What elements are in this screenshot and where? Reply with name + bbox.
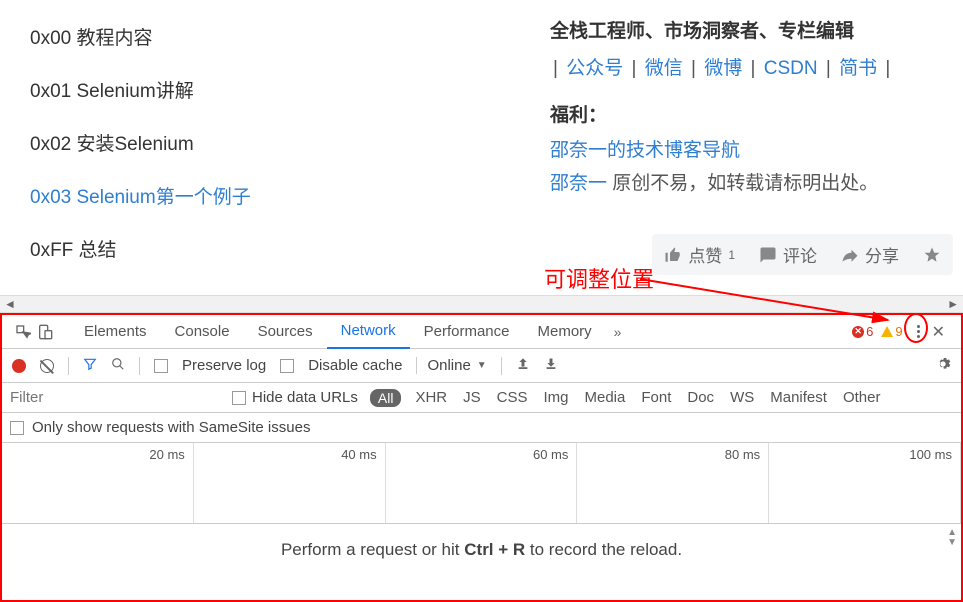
toc-item[interactable]: 0x01 Selenium讲解 (0, 63, 530, 116)
timeline-tick: 60 ms (386, 443, 578, 523)
kebab-menu-icon[interactable] (911, 325, 926, 338)
filter-type-all[interactable]: All (370, 389, 402, 407)
toc-panel: 0x00 教程内容 0x01 Selenium讲解 0x02 安装Seleniu… (0, 0, 530, 295)
toc-item[interactable]: 0x02 安装Selenium (0, 116, 530, 169)
tab-memory[interactable]: Memory (524, 315, 606, 349)
devtools-panel: Elements Console Sources Network Perform… (0, 313, 963, 602)
samesite-label: Only show requests with SameSite issues (32, 419, 310, 436)
bio-link[interactable]: 简书 (839, 58, 877, 79)
tab-network[interactable]: Network (327, 315, 410, 349)
warning-count[interactable]: 9 (881, 324, 902, 339)
scroll-right-icon[interactable]: ► (947, 297, 959, 311)
clear-button[interactable] (40, 359, 54, 373)
record-button[interactable] (12, 359, 26, 373)
timeline-tick: 40 ms (194, 443, 386, 523)
hide-data-urls-checkbox[interactable] (232, 391, 246, 405)
scroll-left-icon[interactable]: ◄ (4, 297, 16, 311)
filter-type[interactable]: Manifest (770, 389, 827, 406)
filter-type[interactable]: Doc (687, 389, 714, 406)
bio-link[interactable]: 微博 (704, 58, 742, 79)
thumbs-up-icon (664, 246, 682, 264)
horizontal-scrollbar[interactable]: ◄ ► (0, 295, 963, 313)
tab-elements[interactable]: Elements (70, 315, 161, 349)
preserve-log-label: Preserve log (182, 357, 266, 374)
timeline-tick: 20 ms (2, 443, 194, 523)
tab-performance[interactable]: Performance (410, 315, 524, 349)
filter-input[interactable] (2, 385, 232, 410)
close-devtools-icon[interactable]: ✕ (926, 322, 951, 342)
favorite-button[interactable] (923, 246, 941, 264)
share-icon (841, 246, 859, 264)
share-button[interactable]: 分享 (841, 242, 899, 267)
author-link[interactable]: 邵奈一 (550, 173, 607, 194)
timeline-tick: 80 ms (577, 443, 769, 523)
settings-icon[interactable] (935, 356, 951, 376)
annotation-label: 可调整位置 (544, 262, 654, 294)
hide-data-urls-label: Hide data URLs (252, 389, 358, 406)
bio-link[interactable]: CSDN (764, 58, 818, 79)
disable-cache-label: Disable cache (308, 357, 402, 374)
filter-type[interactable]: WS (730, 389, 754, 406)
network-empty-message: Perform a request or hit Ctrl + R to rec… (2, 523, 961, 576)
search-icon[interactable] (111, 357, 125, 375)
filter-type[interactable]: JS (463, 389, 481, 406)
star-icon (923, 246, 941, 264)
upload-har-icon[interactable] (516, 357, 530, 375)
inspect-element-icon[interactable] (12, 324, 34, 340)
device-toggle-icon[interactable] (34, 324, 56, 340)
network-filter-row: Hide data URLs All XHR JS CSS Img Media … (2, 383, 961, 413)
blog-nav-link[interactable]: 邵奈一的技术博客导航 (550, 140, 740, 161)
vertical-scroll-icon[interactable]: ▲▼ (947, 528, 957, 548)
filter-type[interactable]: Media (585, 389, 626, 406)
bio-link[interactable]: 公众号 (566, 58, 623, 79)
comment-button[interactable]: 评论 (759, 242, 817, 267)
bio-links: | 公众号 | 微信 | 微博 | CSDN | 简书 | (550, 53, 943, 80)
toc-item-active[interactable]: 0x03 Selenium第一个例子 (0, 169, 530, 222)
preserve-log-checkbox[interactable] (154, 359, 168, 373)
more-tabs-icon[interactable]: » (606, 324, 630, 340)
bio-link[interactable]: 微信 (645, 58, 683, 79)
filter-type[interactable]: Other (843, 389, 881, 406)
samesite-row: Only show requests with SameSite issues (2, 413, 961, 443)
filter-toggle-icon[interactable] (83, 357, 97, 375)
download-har-icon[interactable] (544, 357, 558, 375)
samesite-checkbox[interactable] (10, 421, 24, 435)
reprint-notice: 原创不易，如转载请标明出处。 (607, 173, 878, 194)
like-button[interactable]: 点赞1 (664, 242, 735, 267)
error-count[interactable]: ✕6 (852, 324, 873, 339)
filter-type[interactable]: CSS (497, 389, 528, 406)
bio-title: 全栈工程师、市场洞察者、专栏编辑 (550, 16, 943, 43)
filter-type[interactable]: Img (543, 389, 568, 406)
filter-type[interactable]: Font (641, 389, 671, 406)
comment-icon (759, 246, 777, 264)
network-toolbar: Preserve log Disable cache Online▼ (2, 349, 961, 383)
article-action-bar: 点赞1 评论 分享 (652, 234, 953, 275)
disable-cache-checkbox[interactable] (280, 359, 294, 373)
welfare-label: 福利： (550, 100, 943, 127)
tab-console[interactable]: Console (161, 315, 244, 349)
throttling-select[interactable]: Online▼ (416, 357, 486, 374)
toc-item[interactable]: 0xFF 总结 (0, 222, 530, 275)
tab-sources[interactable]: Sources (244, 315, 327, 349)
toc-item[interactable]: 0x00 教程内容 (0, 10, 530, 63)
devtools-tab-bar: Elements Console Sources Network Perform… (2, 315, 961, 349)
timeline-tick: 100 ms (769, 443, 961, 523)
filter-type[interactable]: XHR (415, 389, 447, 406)
network-timeline[interactable]: 20 ms 40 ms 60 ms 80 ms 100 ms (2, 443, 961, 523)
